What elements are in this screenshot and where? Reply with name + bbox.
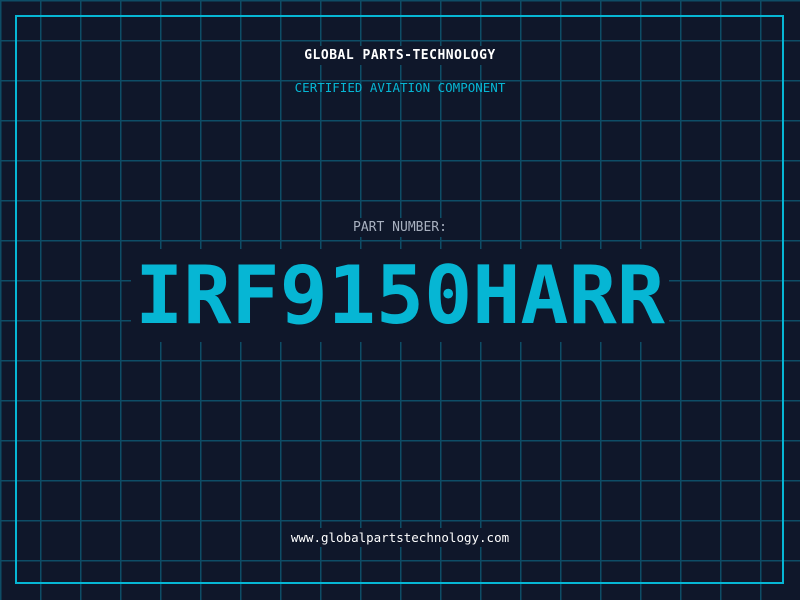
website-url: www.globalpartstechnology.com xyxy=(0,528,800,547)
company-title: GLOBAL PARTS-TECHNOLOGY xyxy=(0,46,800,65)
part-number: IRF9150HARR xyxy=(0,249,800,342)
part-number-label: PART NUMBER: xyxy=(0,218,800,237)
certification-subtitle: CERTIFIED AVIATION COMPONENT xyxy=(294,80,506,95)
